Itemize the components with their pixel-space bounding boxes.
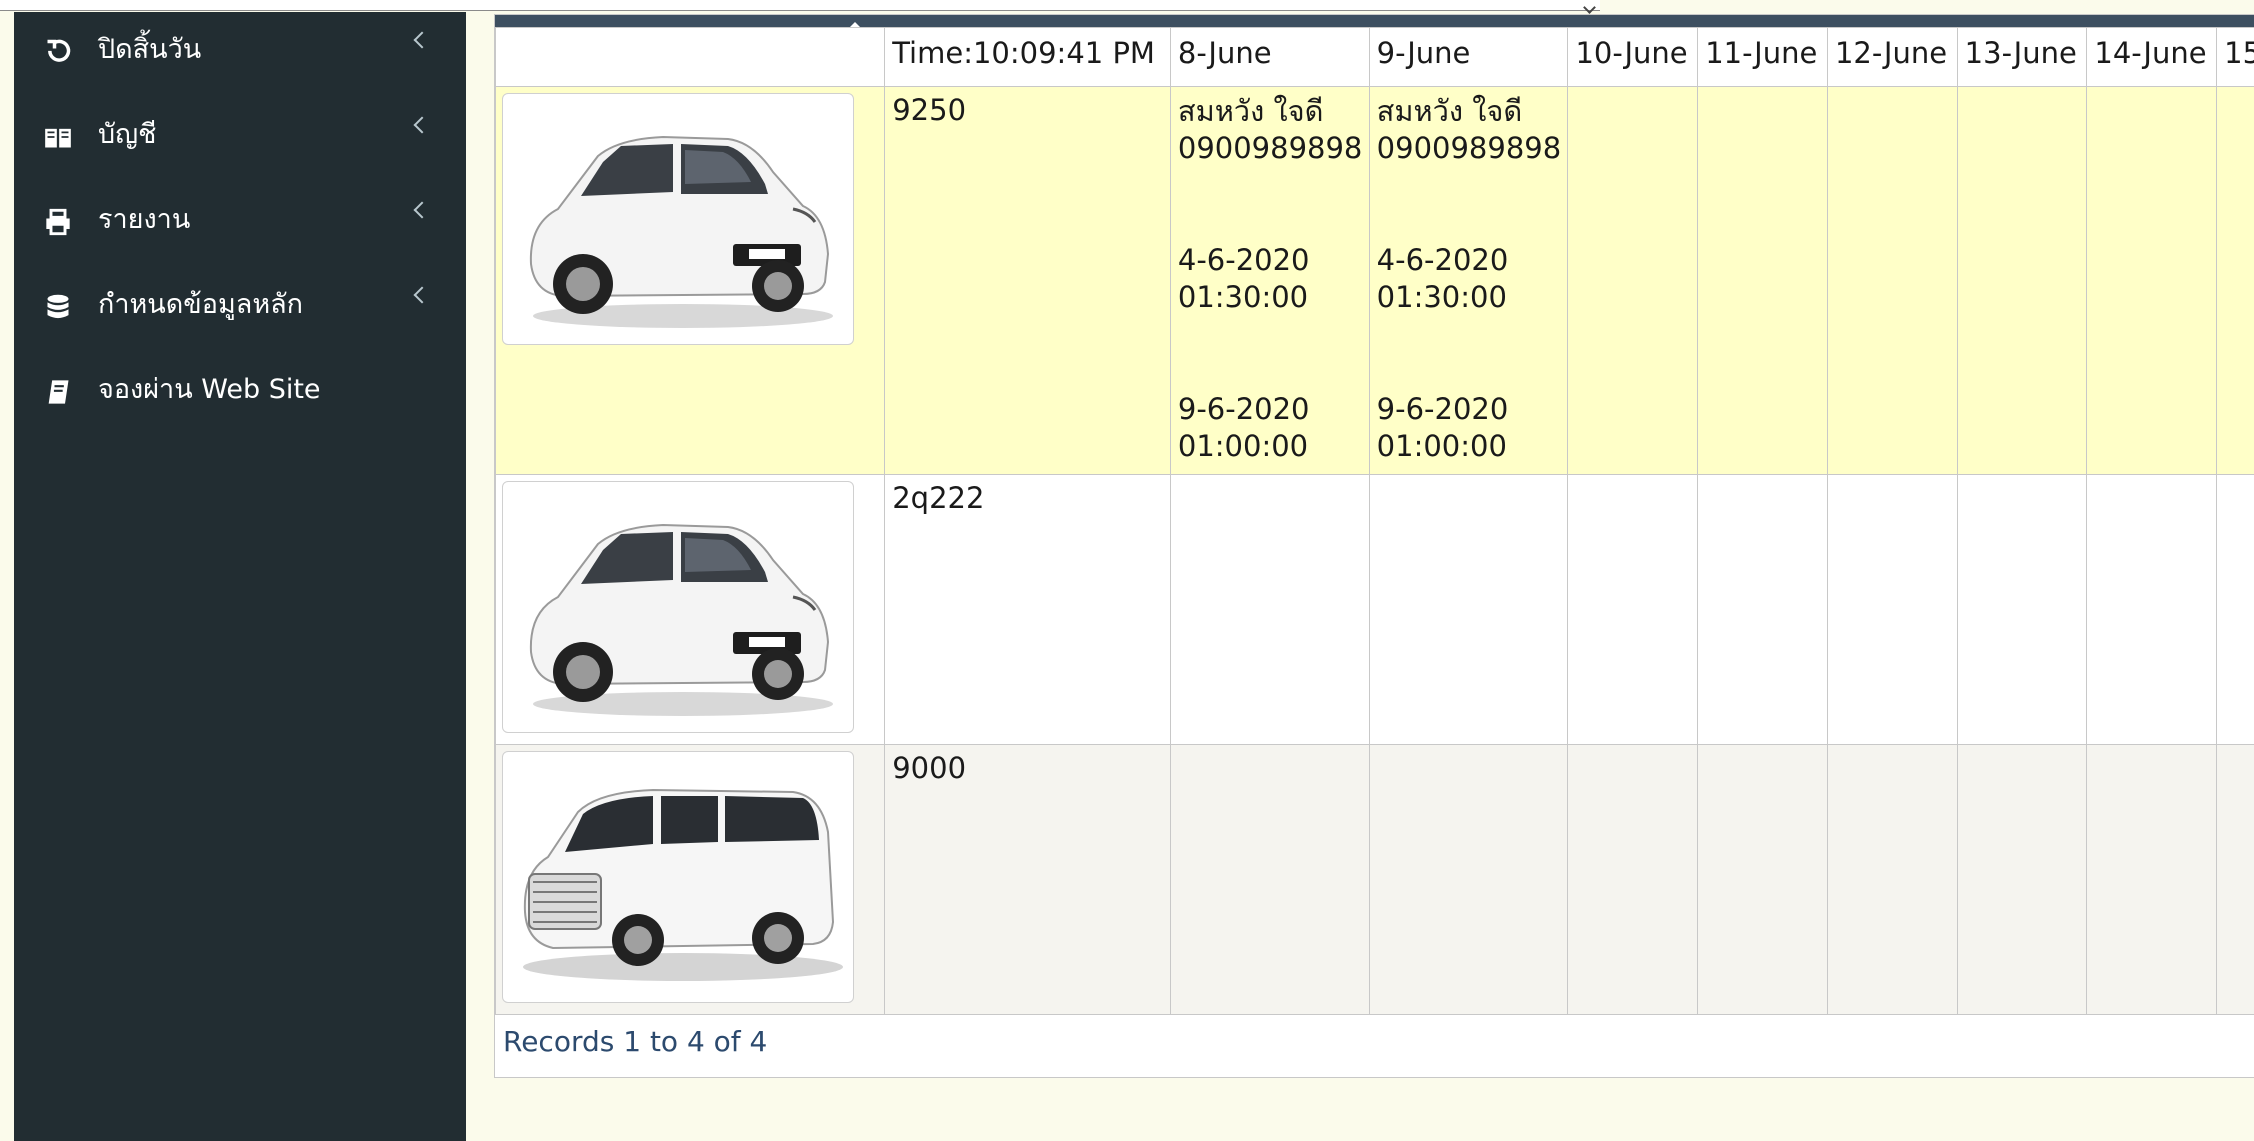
chevron-left-icon: [413, 116, 431, 134]
car-image-cell: [495, 744, 886, 1015]
car-image-cell: [495, 474, 886, 745]
book-icon: [48, 380, 69, 404]
chevron-left-icon: [413, 201, 431, 219]
database-icon: [47, 294, 69, 319]
column-header: [495, 27, 886, 87]
day-cell[interactable]: [1956, 86, 2088, 475]
day-cell[interactable]: [1368, 474, 1569, 745]
day-cell[interactable]: [1567, 744, 1699, 1015]
column-header-date: 12-June: [1826, 27, 1958, 87]
chevron-down-icon[interactable]: [1583, 1, 1596, 14]
booking-cell[interactable]: สมหวัง ใจดี 0900989898 4-6-2020 01:30:00…: [1368, 86, 1569, 475]
column-header-date: 8-June: [1169, 27, 1370, 87]
plate-number: 2q222: [884, 474, 1171, 745]
end-time: 01:00:00: [1177, 429, 1309, 463]
day-cell[interactable]: [1826, 474, 1958, 745]
column-header-date: 14-June: [2086, 27, 2218, 87]
start-date: 4-6-2020: [1376, 243, 1509, 277]
day-cell[interactable]: [2216, 744, 2254, 1015]
sidebar: ปิดสิ้นวัน บัญชี รายงาน กำหนดข้อมูลหลัก …: [14, 12, 466, 1141]
day-cell[interactable]: [2086, 86, 2218, 475]
column-header-date: 10-June: [1567, 27, 1699, 87]
grid-title-bar: [495, 15, 2254, 30]
customer-phone: 0900989898: [1177, 131, 1363, 165]
sidebar-item-label: กำหนดข้อมูลหลัก: [98, 289, 304, 320]
sidebar-item-label: ปิดสิ้นวัน: [98, 34, 202, 65]
car-image[interactable]: [502, 481, 854, 733]
sidebar-item-close-day[interactable]: ปิดสิ้นวัน: [14, 20, 466, 80]
day-cell[interactable]: [1169, 744, 1370, 1015]
day-cell[interactable]: [1956, 474, 2088, 745]
customer-phone: 0900989898: [1376, 131, 1562, 165]
end-date: 9-6-2020: [1177, 392, 1310, 426]
start-date: 4-6-2020: [1177, 243, 1310, 277]
car-image-cell: [495, 86, 886, 475]
day-cell[interactable]: [1956, 744, 2088, 1015]
day-cell[interactable]: [1697, 744, 1828, 1015]
day-cell[interactable]: [1368, 744, 1569, 1015]
booking-cell[interactable]: สมหวัง ใจดี 0900989898 4-6-2020 01:30:00…: [1169, 86, 1370, 475]
end-time: 01:00:00: [1376, 429, 1507, 463]
sidebar-item-web-booking[interactable]: จองผ่าน Web Site: [14, 360, 466, 420]
column-header-time: Time:10:09:41 PM: [884, 27, 1171, 87]
day-cell[interactable]: [1169, 474, 1370, 745]
grid-footer: Records 1 to 4 of 4: [495, 1011, 2254, 1077]
car-image[interactable]: [502, 93, 854, 345]
car-image[interactable]: [502, 751, 854, 1003]
day-cell[interactable]: [1567, 86, 1699, 475]
day-cell[interactable]: [1697, 86, 1828, 475]
minivan-image: [523, 788, 843, 981]
sidebar-item-accounts[interactable]: บัญชี: [14, 105, 466, 165]
undo-icon: [47, 39, 71, 62]
book-open-icon: [45, 128, 71, 148]
schedule-grid: Time:10:09:41 PM 8-June 9-June 10-June 1…: [494, 14, 2254, 1078]
column-header-date: 11-June: [1697, 27, 1828, 87]
sidebar-item-reports[interactable]: รายงาน: [14, 190, 466, 250]
chevron-left-icon: [413, 286, 431, 304]
day-cell[interactable]: [2216, 474, 2254, 745]
top-rule: [0, 0, 1600, 14]
start-time: 01:30:00: [1376, 280, 1507, 314]
schedule-table: Time:10:09:41 PM 8-June 9-June 10-June 1…: [495, 27, 2254, 1015]
plate-number: 9000: [884, 744, 1171, 1015]
header-row: Time:10:09:41 PM 8-June 9-June 10-June 1…: [495, 27, 2254, 87]
end-date: 9-6-2020: [1376, 392, 1509, 426]
day-cell[interactable]: [1826, 86, 1958, 475]
customer-name: สมหวัง ใจดี: [1177, 94, 1324, 128]
column-header-date: 15-June: [2216, 27, 2254, 87]
day-cell[interactable]: [2216, 86, 2254, 475]
sidebar-item-master-data[interactable]: กำหนดข้อมูลหลัก: [14, 275, 466, 335]
sidebar-item-label: รายงาน: [98, 204, 191, 235]
car-hatchback-image: [529, 523, 833, 716]
column-header-date: 9-June: [1368, 27, 1569, 87]
customer-name: สมหวัง ใจดี: [1376, 94, 1523, 128]
records-count: Records 1 to 4 of 4: [503, 1025, 768, 1058]
day-cell[interactable]: [1826, 744, 1958, 1015]
column-header-date: 13-June: [1956, 27, 2088, 87]
day-cell[interactable]: [2086, 474, 2218, 745]
table-row[interactable]: 2q222: [495, 474, 2254, 745]
plate-number: 9250: [884, 86, 1171, 475]
day-cell[interactable]: [2086, 744, 2218, 1015]
sidebar-item-label: บัญชี: [98, 119, 157, 150]
table-row[interactable]: 9000: [495, 744, 2254, 1015]
print-icon: [46, 208, 70, 236]
start-time: 01:30:00: [1177, 280, 1309, 314]
table-row[interactable]: 9250 สมหวัง ใจดี 0900989898 4-6-2020 01:…: [495, 86, 2254, 475]
day-cell[interactable]: [1697, 474, 1828, 745]
day-cell[interactable]: [1567, 474, 1699, 745]
car-hatchback-image: [529, 135, 833, 328]
sidebar-item-label: จองผ่าน Web Site: [98, 374, 321, 405]
chevron-left-icon: [413, 31, 431, 49]
